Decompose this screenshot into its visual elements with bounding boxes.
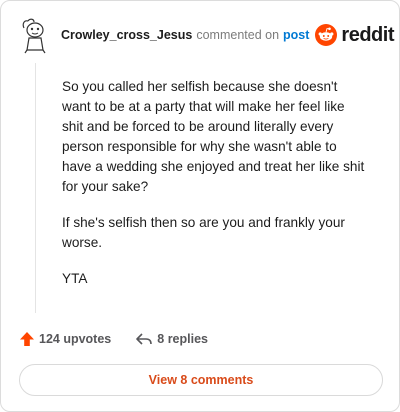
reddit-brand[interactable]: reddit bbox=[315, 24, 394, 47]
comment-paragraph-1: So you called her selfish because she do… bbox=[62, 79, 365, 194]
username-link[interactable]: Crowley_cross_Jesus bbox=[61, 28, 192, 42]
upvote-button[interactable]: 124 upvotes bbox=[19, 331, 111, 347]
comment-paragraph-2: If she's selfish then so are you and fra… bbox=[62, 215, 345, 250]
upvote-arrow-icon bbox=[20, 332, 34, 346]
comment-paragraph-3: YTA bbox=[62, 271, 88, 286]
comment-card: Crowley_cross_Jesus commented on post re… bbox=[0, 0, 400, 412]
thread-line bbox=[35, 63, 36, 313]
replies-count: 8 replies bbox=[157, 332, 208, 346]
reddit-logo-icon bbox=[315, 24, 338, 46]
replies-button[interactable]: 8 replies bbox=[135, 331, 208, 347]
comment-header: Crowley_cross_Jesus commented on post re… bbox=[19, 15, 394, 55]
comment-actions: 124 upvotes 8 replies bbox=[19, 331, 208, 347]
commented-on-text: commented on bbox=[196, 28, 280, 42]
reddit-wordmark: reddit bbox=[341, 23, 394, 46]
upvote-count: 124 upvotes bbox=[39, 332, 112, 346]
reply-arrow-icon bbox=[136, 333, 153, 345]
post-link[interactable]: post bbox=[283, 28, 309, 42]
comment-body: So you called her selfish because she do… bbox=[62, 77, 368, 305]
view-comments-button[interactable]: View 8 comments bbox=[19, 364, 383, 396]
avatar-icon[interactable] bbox=[19, 15, 51, 55]
comment-meta: Crowley_cross_Jesus commented on post bbox=[61, 28, 309, 42]
